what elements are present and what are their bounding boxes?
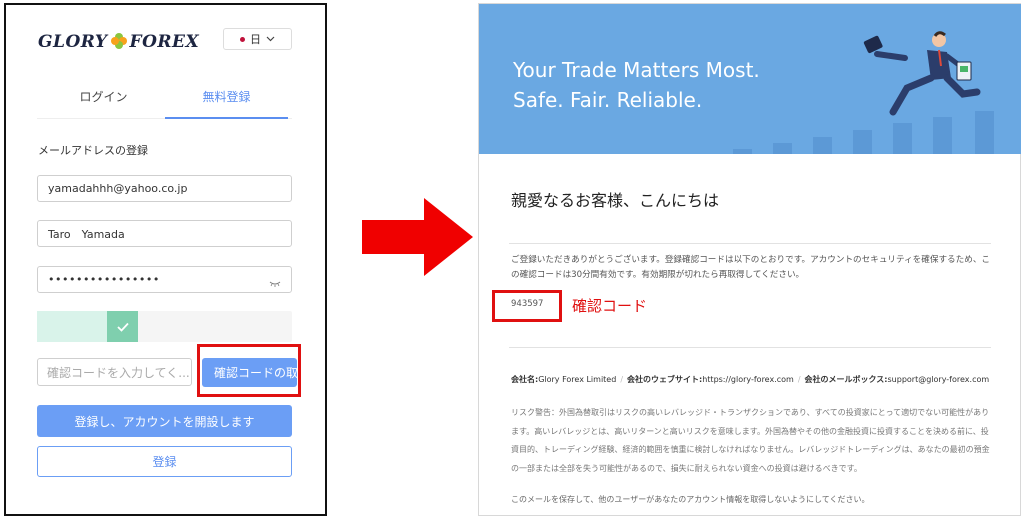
chart-bar-decoration xyxy=(853,130,872,154)
email-banner: Your Trade Matters Most. Safe. Fair. Rel… xyxy=(479,4,1021,154)
email-value: yamadahhh@yahoo.co.jp xyxy=(48,182,188,195)
verification-code-annotation: 確認コード xyxy=(572,297,648,315)
email-body: ご登録いただきありがとうございます。登録確認コードは以下のとおりです。アカウント… xyxy=(511,255,991,280)
password-field[interactable]: •••••••••••••••• xyxy=(37,266,292,293)
check-icon xyxy=(116,322,129,332)
registration-panel xyxy=(4,3,327,516)
red-arrow-icon xyxy=(362,198,474,280)
website-link[interactable]: https://glory-forex.com xyxy=(702,375,794,384)
mailbox-label: 会社のメールボックス: xyxy=(804,375,888,384)
email-footer: このメールを保存して、他のユーザーがあなたのアカウント情報を取得しないようにして… xyxy=(511,495,870,504)
register-open-account-button[interactable]: 登録し、アカウントを開設します xyxy=(37,405,292,437)
company-info: 会社名:Glory Forex Limited / 会社のウェブサイト:https:… xyxy=(511,375,990,384)
name-field[interactable]: Taro Yamada xyxy=(37,220,292,247)
highlight-box-get-code xyxy=(197,344,301,397)
chart-bar-decoration xyxy=(773,143,792,154)
chevron-down-icon xyxy=(266,36,275,42)
mailbox-link[interactable]: support@glory-forex.com xyxy=(888,375,990,384)
businessman-illustration xyxy=(847,26,987,130)
divider xyxy=(509,243,991,244)
chart-bar-decoration xyxy=(733,149,752,154)
website-label: 会社のウェブサイト: xyxy=(627,375,703,384)
japan-flag-icon xyxy=(240,36,245,42)
code-placeholder: 確認コードを入力してく... xyxy=(47,365,190,380)
language-selector[interactable]: 日 xyxy=(223,28,292,50)
name-value: Taro Yamada xyxy=(48,227,125,241)
section-title: メールアドレスの登録 xyxy=(38,144,148,157)
banner-tagline-2: Safe. Fair. Reliable. xyxy=(513,88,703,112)
divider xyxy=(509,347,991,348)
clover-logo-icon xyxy=(110,32,128,55)
highlight-box-code xyxy=(492,290,562,322)
email-field[interactable]: yamadahhh@yahoo.co.jp xyxy=(37,175,292,202)
chart-bar-decoration xyxy=(813,137,832,154)
tab-register[interactable]: 無料登録 xyxy=(165,88,288,105)
active-tab-indicator xyxy=(165,117,288,119)
register-button[interactable]: 登録 xyxy=(37,446,292,477)
company-value: Glory Forex Limited xyxy=(538,375,617,384)
password-value: •••••••••••••••• xyxy=(48,273,160,286)
language-label: 日 xyxy=(250,33,261,46)
company-label: 会社名: xyxy=(511,375,539,384)
verification-code-input[interactable]: 確認コードを入力してく... xyxy=(37,358,192,386)
risk-warning: リスク警告：外国為替取引はリスクの高いレバレッジド・トランザクションであり、すべ… xyxy=(511,408,990,473)
tab-login[interactable]: ログイン xyxy=(42,88,165,105)
glory-forex-logo: GLORY FOREX xyxy=(38,32,199,55)
email-greeting: 親愛なるお客様、こんにちは xyxy=(511,191,720,210)
eye-closed-icon[interactable] xyxy=(269,277,281,290)
captcha-slider-handle[interactable] xyxy=(107,311,138,342)
banner-tagline-1: Your Trade Matters Most. xyxy=(513,58,760,82)
